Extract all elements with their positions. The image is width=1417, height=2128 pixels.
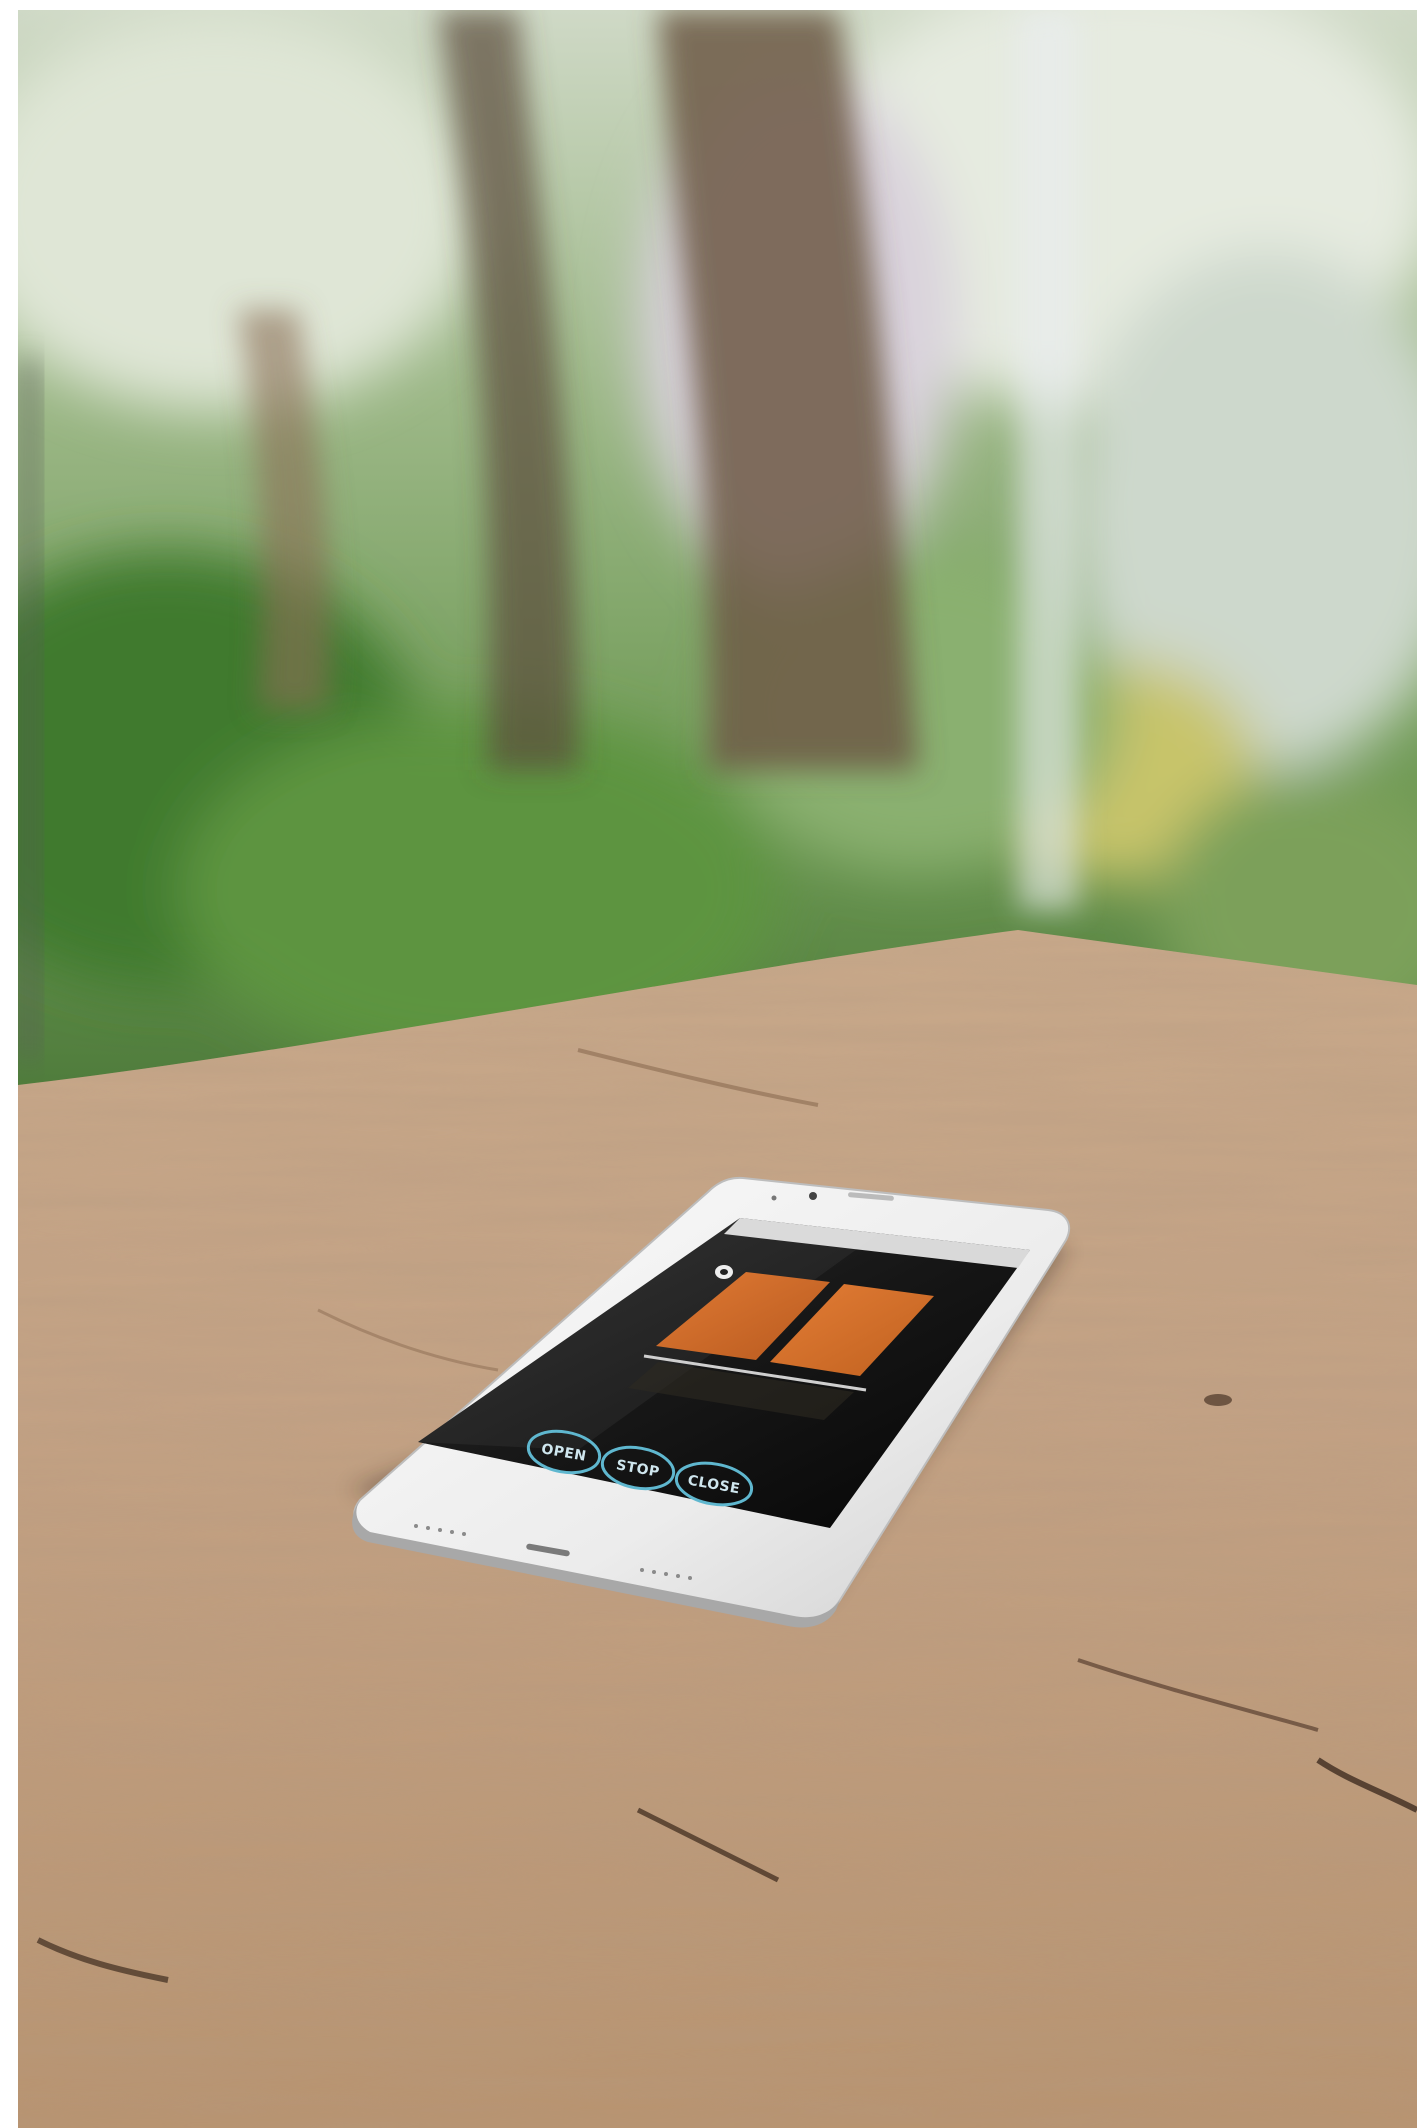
blurred-garden-background: [18, 10, 1417, 1110]
app-logo-icon: [715, 1265, 733, 1279]
photo-scene: OPEN STOP CLOSE: [18, 10, 1417, 2128]
